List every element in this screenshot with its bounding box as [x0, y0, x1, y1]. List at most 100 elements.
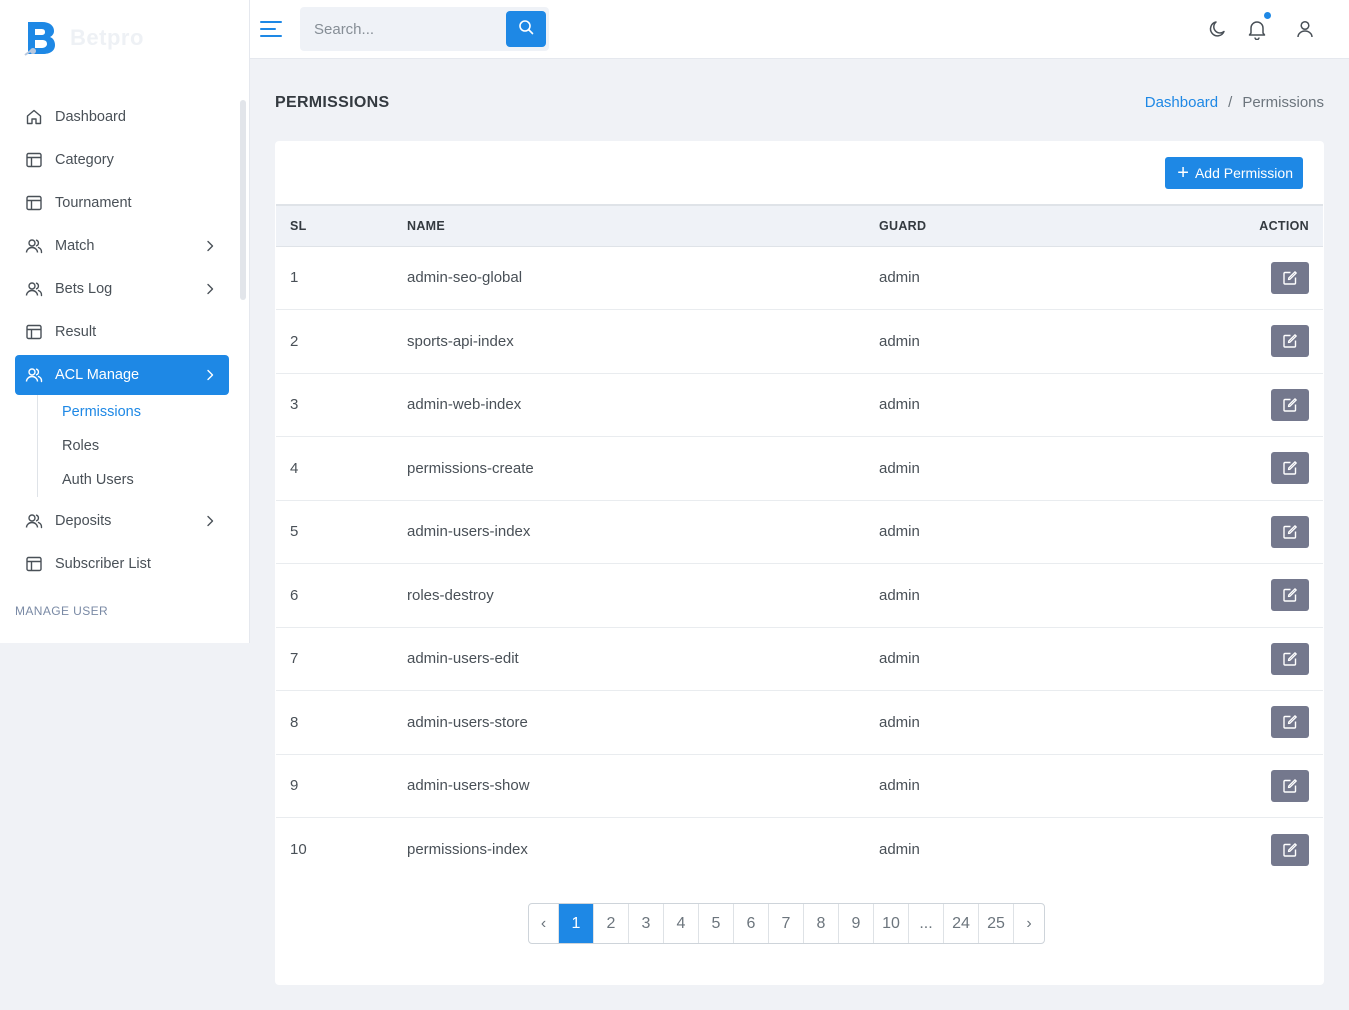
users-icon	[25, 280, 43, 298]
sidebar-item-result[interactable]: Result	[15, 312, 229, 352]
edit-icon	[1282, 460, 1298, 476]
table-icon	[25, 194, 43, 212]
edit-button[interactable]	[1271, 515, 1309, 548]
cell-sl: 6	[276, 563, 407, 628]
acl-submenu: Permissions Roles Auth Users	[37, 395, 229, 497]
edit-icon	[1282, 778, 1298, 794]
breadcrumb-separator: /	[1228, 94, 1233, 111]
users-icon	[25, 512, 43, 530]
sidebar-menu: Dashboard Category Tournament Match Bets Log…	[15, 97, 229, 618]
edit-button[interactable]	[1271, 452, 1309, 485]
cell-sl: 7	[276, 627, 407, 691]
pagination-page-1[interactable]: 1	[559, 904, 594, 943]
cell-sl: 5	[276, 500, 407, 564]
submenu-item-roles[interactable]: Roles	[62, 429, 229, 463]
breadcrumb-dashboard-link[interactable]: Dashboard	[1145, 94, 1218, 111]
breadcrumb-current: Permissions	[1242, 94, 1324, 111]
edit-button[interactable]	[1271, 642, 1309, 675]
cell-sl: 9	[276, 754, 407, 818]
cell-action	[1179, 627, 1323, 691]
pagination-page-9[interactable]: 9	[839, 904, 874, 943]
sidebar-item-acl-manage[interactable]: ACL Manage	[15, 355, 229, 395]
cell-guard: admin	[879, 373, 1179, 437]
sidebar-item-dashboard[interactable]: Dashboard	[15, 97, 229, 137]
cell-action	[1179, 818, 1323, 882]
pagination-page-25[interactable]: 25	[979, 904, 1014, 943]
cell-name: roles-destroy	[407, 563, 879, 628]
sidebar-item-bets-log[interactable]: Bets Log	[15, 269, 229, 309]
pagination-page-24[interactable]: 24	[944, 904, 979, 943]
edit-button[interactable]	[1271, 833, 1309, 866]
users-icon	[25, 366, 43, 384]
edit-button[interactable]	[1271, 388, 1309, 421]
pagination-page-7[interactable]: 7	[769, 904, 804, 943]
cell-name: permissions-create	[407, 436, 879, 501]
pagination-page-8[interactable]: 8	[804, 904, 839, 943]
pagination-prev-button[interactable]: ‹	[529, 904, 559, 943]
sidebar-item-tournament[interactable]: Tournament	[15, 183, 229, 223]
pagination-page-2[interactable]: 2	[594, 904, 629, 943]
table-row: 9 admin-users-show admin	[276, 754, 1323, 818]
bell-icon[interactable]	[1246, 18, 1268, 41]
sidebar: Betpro Dashboard Category Tournament Match B…	[0, 0, 250, 643]
search-input[interactable]	[300, 7, 505, 51]
cell-action	[1179, 246, 1323, 310]
edit-icon	[1282, 524, 1298, 540]
cell-name: sports-api-index	[407, 309, 879, 374]
pagination-page-3[interactable]: 3	[629, 904, 664, 943]
submenu-item-auth-users[interactable]: Auth Users	[62, 463, 229, 497]
cell-name: admin-seo-global	[407, 246, 879, 310]
moon-icon[interactable]	[1207, 18, 1229, 40]
table-icon	[25, 555, 43, 573]
pagination-page-10[interactable]: 10	[874, 904, 909, 943]
permissions-table: SL NAME GUARD ACTION 1 admin-seo-global ad…	[276, 204, 1323, 881]
search-box	[300, 7, 549, 51]
sidebar-item-deposits[interactable]: Deposits	[15, 501, 229, 541]
edit-button[interactable]	[1271, 325, 1309, 358]
sidebar-scrollbar[interactable]	[240, 100, 246, 300]
table-row: 2 sports-api-index admin	[276, 309, 1323, 374]
chevron-right-icon	[203, 514, 217, 528]
chevron-right-icon	[203, 239, 217, 253]
edit-button[interactable]	[1271, 579, 1309, 612]
pagination-ellipsis[interactable]: ...	[909, 904, 944, 943]
sidebar-item-match[interactable]: Match	[15, 226, 229, 266]
search-button[interactable]	[506, 11, 546, 47]
pagination-page-6[interactable]: 6	[734, 904, 769, 943]
cell-guard: admin	[879, 627, 1179, 691]
sidebar-item-label: ACL Manage	[55, 367, 140, 383]
edit-button[interactable]	[1271, 261, 1309, 294]
cell-guard: admin	[879, 690, 1179, 755]
add-permission-button[interactable]: + Add Permission	[1165, 157, 1303, 189]
cell-action	[1179, 436, 1323, 501]
sidebar-item-label: Result	[55, 324, 97, 340]
table-row: 5 admin-users-index admin	[276, 500, 1323, 564]
pagination-page-5[interactable]: 5	[699, 904, 734, 943]
cell-sl: 8	[276, 690, 407, 755]
cell-name: admin-web-index	[407, 373, 879, 437]
table-row: 8 admin-users-store admin	[276, 690, 1323, 755]
sidebar-item-label: Tournament	[55, 195, 132, 211]
column-header-name: NAME	[407, 205, 879, 247]
menu-icon[interactable]	[260, 18, 282, 40]
column-header-guard: GUARD	[879, 205, 1179, 247]
cell-guard: admin	[879, 309, 1179, 374]
sidebar-item-subscriber-list[interactable]: Subscriber List	[15, 544, 229, 584]
home-icon	[25, 108, 43, 126]
table-row: 4 permissions-create admin	[276, 436, 1323, 501]
submenu-item-permissions[interactable]: Permissions	[62, 395, 229, 429]
user-icon[interactable]	[1294, 18, 1316, 40]
sidebar-item-category[interactable]: Category	[15, 140, 229, 180]
edit-button[interactable]	[1271, 769, 1309, 802]
cell-name: admin-users-store	[407, 690, 879, 755]
notification-badge	[1264, 12, 1271, 19]
chevron-right-icon	[203, 282, 217, 296]
cell-name: admin-users-show	[407, 754, 879, 818]
pagination-page-4[interactable]: 4	[664, 904, 699, 943]
table-icon	[25, 323, 43, 341]
pagination-next-button[interactable]: ›	[1014, 904, 1044, 943]
edit-button[interactable]	[1271, 706, 1309, 739]
brand-logo[interactable]: Betpro	[24, 18, 144, 58]
table-icon	[25, 151, 43, 169]
edit-icon	[1282, 270, 1298, 286]
